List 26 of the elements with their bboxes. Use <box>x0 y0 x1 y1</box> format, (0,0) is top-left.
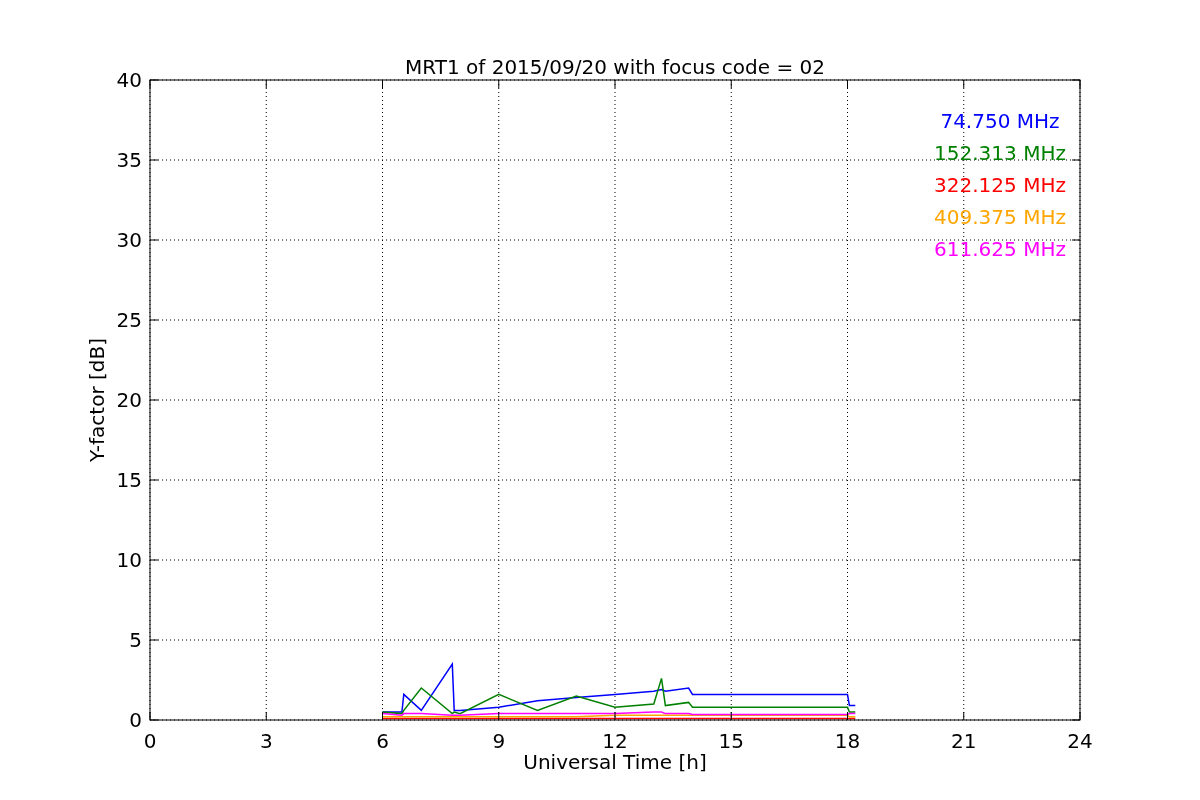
x-tick-label: 21 <box>951 729 977 753</box>
y-tick-label: 10 <box>116 548 142 572</box>
legend-label: 611.625 MHz <box>934 237 1066 261</box>
y-tick-label: 35 <box>116 148 142 172</box>
y-axis-label: Y-factor [dB] <box>85 338 109 462</box>
legend-label: 322.125 MHz <box>934 173 1066 197</box>
x-tick-label: 6 <box>376 729 389 753</box>
legend-label: 152.313 MHz <box>934 141 1066 165</box>
x-tick-label: 12 <box>602 729 628 753</box>
legend-label: 74.750 MHz <box>940 109 1060 133</box>
y-tick-label: 40 <box>116 68 142 92</box>
y-tick-label: 15 <box>116 468 142 492</box>
legend-label: 409.375 MHz <box>934 205 1066 229</box>
x-axis-label: Universal Time [h] <box>523 750 707 774</box>
y-tick-label: 30 <box>116 228 142 252</box>
y-tick-label: 0 <box>129 708 142 732</box>
y-tick-label: 5 <box>129 628 142 652</box>
x-tick-label: 15 <box>718 729 744 753</box>
x-tick-label: 0 <box>143 729 157 753</box>
x-tick-label: 3 <box>259 729 273 753</box>
chart-title: MRT1 of 2015/09/20 with focus code = 02 <box>405 55 825 79</box>
x-tick-label: 18 <box>834 729 861 753</box>
y-tick-label: 25 <box>116 308 142 332</box>
x-tick-label: 24 <box>1067 729 1093 753</box>
x-tick-label: 9 <box>492 729 506 753</box>
y-tick-label: 20 <box>116 388 142 412</box>
